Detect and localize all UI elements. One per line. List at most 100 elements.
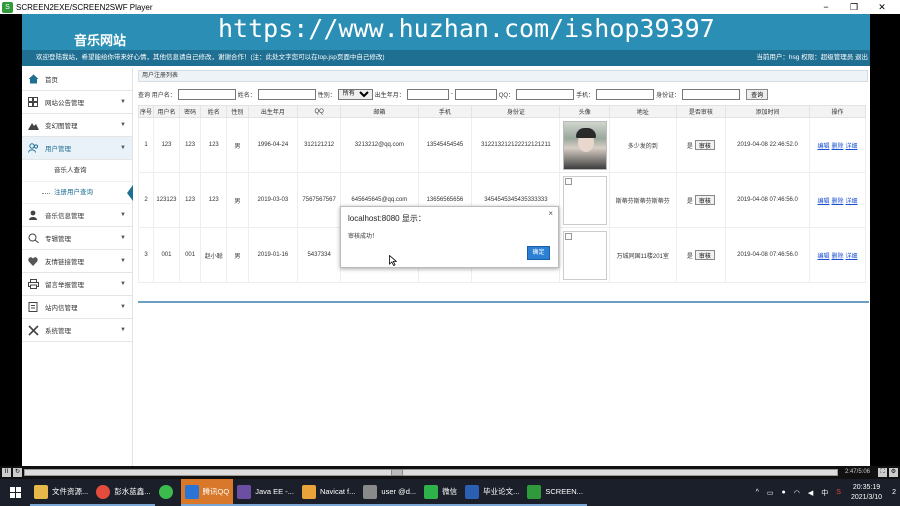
grid-icon — [27, 96, 39, 108]
restore-button[interactable]: ❒ — [840, 0, 868, 14]
col-username: 用户名 — [153, 105, 180, 118]
start-button[interactable] — [0, 479, 30, 506]
delete-link[interactable]: 删除 — [831, 254, 843, 260]
chevron-down-icon: ▼ — [120, 122, 126, 128]
col-password: 密码 — [178, 105, 202, 118]
sidebar-item-messages-reports[interactable]: 留言举报管理 ▼ — [22, 273, 132, 296]
qq-input[interactable] — [516, 88, 575, 100]
edit-link[interactable]: 编辑 — [817, 199, 829, 205]
pause-button[interactable]: II — [2, 468, 11, 477]
detail-link[interactable]: 详细 — [845, 144, 857, 150]
input-language[interactable]: 中 — [821, 488, 828, 498]
player-timeline: II ↻ 2:47/5:06 ⛶ ⚙ — [0, 466, 900, 479]
sidebar-item-internal-mail[interactable]: 站内信管理 ▼ — [22, 296, 132, 319]
search-button[interactable]: 查询 — [746, 88, 769, 100]
info-bar: 欢迎登陆我站，希望能给你带来好心情，其他信息请自己修改，谢谢合作！(注：此处文字… — [22, 50, 870, 66]
cell-address: 万城同国11楼201室 — [608, 227, 677, 283]
qq-label: QQ： — [498, 92, 515, 99]
keyboard-icon[interactable]: ▭ — [767, 489, 774, 497]
col-no: 序号 — [137, 105, 155, 118]
taskbar-qq[interactable]: 腾讯QQ — [180, 479, 234, 506]
name-input[interactable] — [257, 88, 316, 100]
sidebar-item-albums[interactable]: 专辑管理 ▼ — [22, 227, 132, 250]
review-button[interactable]: 审核 — [694, 195, 715, 205]
delete-link[interactable]: 删除 — [831, 144, 843, 150]
sidebar-item-announcements[interactable]: 网站公告管理 ▼ — [22, 91, 132, 114]
antivirus-icon[interactable]: S — [836, 489, 841, 496]
name-label: 姓名： — [237, 92, 256, 99]
chevron-down-icon: ▼ — [120, 258, 126, 264]
sidebar-subitem-musicians[interactable]: 音乐人查询 — [22, 160, 132, 182]
broken-image-icon — [562, 230, 607, 280]
sidebar: 首页 网站公告管理 ▼ 变幻图管理 ▼ 用户管理 ▼ 音乐人查询 注册用户查询 — [22, 68, 133, 466]
settings-icon[interactable]: ⚙ — [889, 468, 898, 477]
chevron-down-icon: ▼ — [120, 304, 126, 310]
fullscreen-icon[interactable]: ⛶ — [878, 468, 887, 477]
taskbar-navicat[interactable]: Navicat f... — [297, 479, 360, 506]
wifi-icon[interactable]: ◠ — [794, 489, 800, 497]
idcard-input[interactable] — [682, 88, 741, 100]
taskbar-screen2exe[interactable]: SCREEN... — [523, 479, 587, 506]
review-button[interactable]: 审核 — [694, 250, 715, 260]
taskbar: 文件资源... 彭水蓝鑫... 腾讯QQ Java EE -... Navica… — [0, 479, 900, 506]
chevron-up-icon[interactable]: ^ — [756, 489, 759, 496]
edit-link[interactable]: 编辑 — [817, 254, 829, 260]
timeline-thumb[interactable] — [391, 469, 403, 476]
birth-end-input[interactable] — [454, 88, 497, 100]
app-icon: S — [2, 1, 13, 13]
sidebar-item-carousel[interactable]: 变幻图管理 ▼ — [22, 114, 132, 137]
volume-icon[interactable]: ◀ — [808, 489, 813, 497]
welcome-message: 欢迎登陆我站，希望能给你带来好心情，其他信息请自己修改，谢谢合作！(注：此处文字… — [36, 54, 385, 61]
mountain-icon — [27, 119, 39, 131]
minimize-button[interactable]: − — [812, 0, 840, 14]
detail-link[interactable]: 详细 — [845, 254, 857, 260]
sidebar-item-system[interactable]: 系统管理 ▼ — [22, 319, 132, 342]
ok-button[interactable]: 确定 — [527, 246, 550, 260]
taskbar-chrome[interactable]: 彭水蓝鑫... — [92, 479, 155, 506]
cell-idcard: 312213212122212121211 — [471, 117, 561, 173]
col-ops: 操作 — [808, 105, 867, 118]
review-button[interactable]: 审核 — [694, 140, 715, 150]
sidebar-item-music[interactable]: 音乐信息管理 ▼ — [22, 204, 132, 227]
gender-select[interactable]: 所有 — [337, 88, 373, 100]
sidebar-item-label: 用户管理 — [45, 146, 71, 153]
phone-input[interactable] — [596, 88, 655, 100]
clock-date: 2021/3/10 — [850, 493, 883, 501]
col-phone: 手机 — [417, 105, 473, 118]
notification-count[interactable]: 2 — [892, 489, 896, 496]
username-input[interactable] — [177, 88, 236, 100]
delete-link[interactable]: 删除 — [831, 199, 843, 205]
current-user-info[interactable]: 当前用户：hsg 权限：超级管理员 退出 — [756, 50, 868, 66]
timeline-track[interactable] — [24, 469, 838, 476]
cell-qq: 5437334 — [297, 227, 342, 283]
taskbar-wechat[interactable]: 微信 — [420, 479, 462, 506]
panel-title: 用户注册列表 — [138, 70, 868, 82]
windows-logo-icon — [9, 487, 21, 498]
sidebar-item-label: 首页 — [45, 77, 58, 84]
sidebar-item-links[interactable]: 友情链接管理 ▼ — [22, 250, 132, 273]
taskbar-eclipse[interactable]: Java EE -... — [233, 479, 298, 506]
col-address: 地址 — [608, 105, 677, 118]
site-logo: 音乐网站 — [74, 34, 127, 49]
system-clock[interactable]: 20:35:19 2021/3/10 — [851, 483, 882, 503]
taskbar-app[interactable] — [155, 479, 181, 506]
sidebar-item-home[interactable]: 首页 — [22, 68, 132, 91]
taskbar-word[interactable]: 毕业论文... — [461, 479, 524, 506]
sidebar-subitem-registered-users[interactable]: 注册用户查询 — [22, 182, 133, 204]
chevron-down-icon: ▼ — [120, 99, 126, 105]
close-button[interactable]: ✕ — [868, 0, 896, 14]
sidebar-item-users[interactable]: 用户管理 ▼ — [22, 137, 132, 160]
close-icon[interactable]: × — [548, 209, 553, 218]
edit-link[interactable]: 编辑 — [817, 144, 829, 150]
cell-approved: 是审核 — [675, 117, 727, 173]
chevron-down-icon: ▼ — [120, 281, 126, 287]
birth-start-input[interactable] — [406, 88, 449, 100]
replay-button[interactable]: ↻ — [13, 468, 22, 477]
col-gender: 性别 — [226, 105, 249, 118]
taskbar-db-user[interactable]: user @d... — [359, 479, 421, 506]
detail-link[interactable]: 详细 — [845, 199, 857, 205]
taskbar-file-explorer[interactable]: 文件资源... — [30, 479, 93, 506]
col-avatar: 头像 — [559, 105, 610, 118]
sidebar-item-label: 网站公告管理 — [45, 100, 84, 107]
microphone-icon[interactable]: ● — [782, 489, 786, 496]
